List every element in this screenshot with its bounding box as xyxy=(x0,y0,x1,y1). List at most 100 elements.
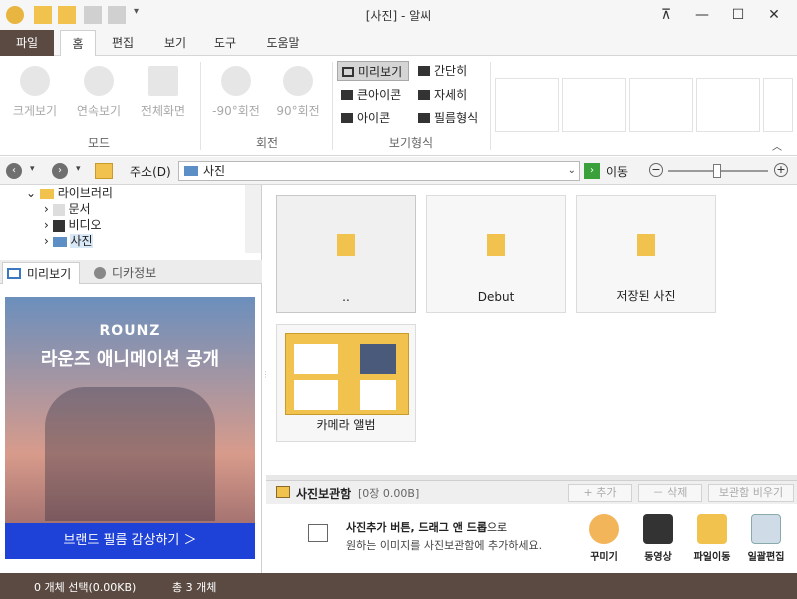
info-icon xyxy=(94,267,106,279)
forward-button[interactable]: › xyxy=(52,163,68,179)
tab-edit[interactable]: 편집 xyxy=(104,30,142,56)
ad-thumbnail[interactable] xyxy=(495,78,559,132)
ad-headline: 라운즈 애니메이션 공개 xyxy=(40,349,220,370)
tab-label: 디카정보 xyxy=(112,266,157,280)
fullscreen-button[interactable]: 전체화면 xyxy=(134,66,192,119)
add-image-icon xyxy=(308,524,328,542)
tab-file[interactable]: 파일 xyxy=(0,30,54,56)
action-label: 일괄편집 xyxy=(747,552,785,563)
photo-box-icon xyxy=(276,486,290,498)
zoom-out-icon[interactable]: − xyxy=(649,163,663,177)
view-film-option[interactable]: 필름형식 xyxy=(414,108,488,128)
tab-home[interactable]: 홈 xyxy=(60,30,96,57)
view-preview-option[interactable]: 미리보기 xyxy=(337,61,409,81)
parent-folder-button[interactable] xyxy=(95,163,113,179)
tab-label: 미리보기 xyxy=(27,267,72,281)
decorate-button[interactable]: 꾸미기 xyxy=(579,514,629,563)
fullscreen-icon xyxy=(148,66,178,96)
tab-help[interactable]: 도움말 xyxy=(258,30,308,56)
file-label: 카메라 앨범 xyxy=(316,418,376,432)
play-icon xyxy=(84,66,114,96)
ad-cta-button[interactable]: 브랜드 필름 감상하기 ＞ xyxy=(5,523,255,559)
address-bar: ‹ ▾ › ▾ 주소(D) 사진 ⌄ › 이동 − + xyxy=(0,157,797,185)
back-history-chevron-icon[interactable]: ▾ xyxy=(30,164,35,174)
action-label: 동영상 xyxy=(644,552,672,563)
ad-thumbnail[interactable] xyxy=(629,78,693,132)
hint-bold: 사진추가 버튼, 드래그 앤 드롭 xyxy=(346,521,487,534)
ad-brand: ROUNZ xyxy=(99,323,161,339)
rotate-left-button[interactable]: -90°회전 xyxy=(208,66,264,119)
folder-icon xyxy=(487,234,505,256)
tree-label: 문서 xyxy=(68,202,91,216)
minimize-button[interactable]: — xyxy=(684,0,720,30)
file-tile-camera-album[interactable]: 카메라 앨범 xyxy=(276,324,416,442)
file-tile-saved[interactable]: 저장된 사진 xyxy=(576,195,716,313)
action-label: 파일이동 xyxy=(693,552,731,563)
add-photo-button[interactable]: + 추가 xyxy=(568,484,632,502)
ribbon-divider xyxy=(200,62,201,150)
clear-photo-box-button[interactable]: 보관함 비우기 xyxy=(708,484,794,502)
file-tile-debut[interactable]: Debut xyxy=(426,195,566,313)
ribbon-divider xyxy=(490,62,491,150)
view-simple-option[interactable]: 간단히 xyxy=(414,61,486,81)
tree-item-videos[interactable]: › 비디오 xyxy=(44,217,102,233)
maximize-button[interactable]: ☐ xyxy=(720,0,756,30)
ad-thumbnail[interactable] xyxy=(696,78,760,132)
close-button[interactable]: ✕ xyxy=(756,0,792,30)
small-icons-icon xyxy=(341,113,353,123)
video-button[interactable]: 동영상 xyxy=(633,514,683,563)
ribbon-tabs: 파일 홈 편집 보기 도구 도움말 xyxy=(0,30,797,57)
zoom-icon xyxy=(20,66,50,96)
file-label: .. xyxy=(342,290,350,304)
view-icon-option[interactable]: 아이콘 xyxy=(337,108,409,128)
move-file-button[interactable]: 파일이동 xyxy=(687,514,737,563)
zoom-view-button[interactable]: 크게보기 xyxy=(6,66,64,119)
photo-box-header: 사진보관함 [0장 0.00B] + 추가 － 삭제 보관함 비우기 xyxy=(266,480,797,504)
forward-history-chevron-icon[interactable]: ▾ xyxy=(76,164,81,174)
zoom-slider-handle[interactable] xyxy=(713,164,721,178)
file-tile-parent[interactable]: .. xyxy=(276,195,416,313)
title-bar: ▾ [사진] - 알씨 ⊼ — ☐ ✕ xyxy=(0,0,797,30)
tab-view[interactable]: 보기 xyxy=(156,30,194,56)
tree-label: 라이브러리 xyxy=(57,186,113,200)
delete-photo-button[interactable]: － 삭제 xyxy=(638,484,702,502)
tab-camera-info[interactable]: 디카정보 xyxy=(88,262,174,284)
pin-icon[interactable]: ⊼ xyxy=(648,0,684,30)
view-detail-option[interactable]: 자세히 xyxy=(414,85,486,105)
tree-item-documents[interactable]: › 문서 xyxy=(44,201,91,217)
collapse-ribbon-icon[interactable]: ︿ xyxy=(772,138,782,153)
ad-banner[interactable]: ROUNZ 라운즈 애니메이션 공개 브랜드 필름 감상하기 ＞ xyxy=(5,297,255,559)
zoom-in-icon[interactable]: + xyxy=(774,163,788,177)
tree-scrollbar[interactable] xyxy=(245,185,261,253)
tree-item-library[interactable]: ⌄ 라이브러리 xyxy=(26,185,113,201)
file-label: 저장된 사진 xyxy=(616,289,676,303)
photo-thumbnail xyxy=(360,380,396,410)
ad-thumbnail[interactable] xyxy=(562,78,626,132)
hint-rest: 으로 xyxy=(486,521,508,534)
pictures-folder-icon xyxy=(184,166,198,176)
tree-label: 비디오 xyxy=(68,218,102,232)
status-bar: 0 개체 선택(0.00KB) 총 3 개체 xyxy=(0,573,797,599)
batch-edit-button[interactable]: 일괄편집 xyxy=(741,514,791,563)
photo-box-title: 사진보관함 xyxy=(296,487,352,501)
address-dropdown-chevron-icon[interactable]: ⌄ xyxy=(568,162,576,180)
ribbon: 크게보기 연속보기 전체화면 모드 -90°회전 90°회전 회전 미리보기 간… xyxy=(0,56,797,156)
video-icon xyxy=(52,219,65,232)
tab-tools[interactable]: 도구 xyxy=(206,30,244,56)
tree-item-pictures[interactable]: › 사진 xyxy=(44,233,93,249)
tab-preview[interactable]: 미리보기 xyxy=(2,262,80,284)
photo-thumbnail xyxy=(360,344,396,374)
group-label-rotate: 회전 xyxy=(255,136,279,150)
slideshow-button[interactable]: 연속보기 xyxy=(70,66,128,119)
back-button[interactable]: ‹ xyxy=(6,163,22,179)
rotate-right-button[interactable]: 90°회전 xyxy=(270,66,326,119)
go-button[interactable]: 이동 xyxy=(606,163,628,180)
view-large-icon-option[interactable]: 큰아이콘 xyxy=(337,85,413,105)
go-arrow-icon[interactable]: › xyxy=(584,163,600,179)
preview-view-icon xyxy=(342,67,354,77)
folder-tree: ⌄ 라이브러리 › 문서 › 비디오 › 사진 xyxy=(0,185,262,253)
folder-move-icon xyxy=(697,514,727,544)
address-value: 사진 xyxy=(203,164,226,178)
address-input[interactable]: 사진 ⌄ xyxy=(178,161,580,181)
ad-thumbnail[interactable] xyxy=(763,78,793,132)
